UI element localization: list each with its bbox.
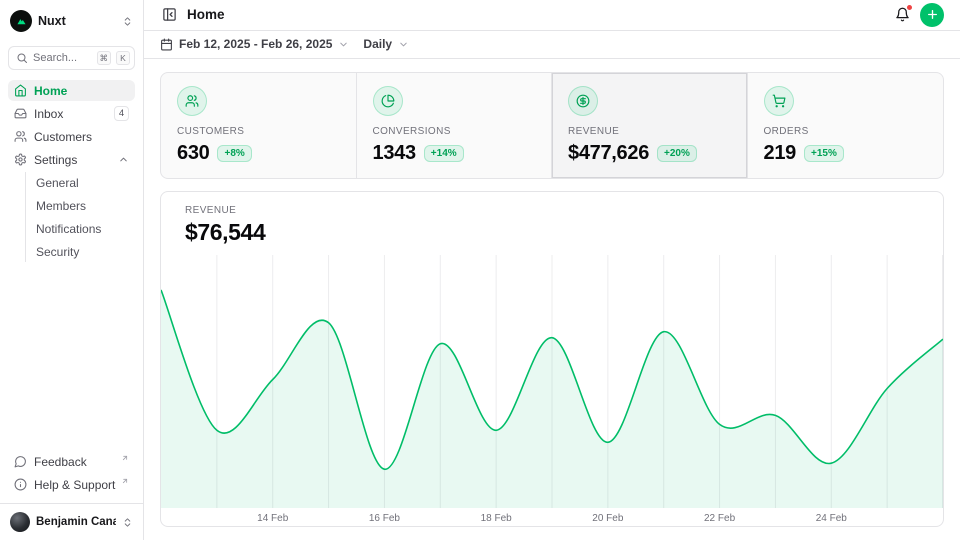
sidebar-footer: Feedback Help & Support <box>0 451 143 503</box>
filter-toolbar: Feb 12, 2025 - Feb 26, 2025 Daily <box>144 31 960 59</box>
users-icon <box>177 86 207 116</box>
stat-label: REVENUE <box>568 126 731 137</box>
users-icon <box>14 130 27 143</box>
chart-x-axis: 14 Feb 16 Feb 18 Feb 20 Feb 22 Feb 24 Feb <box>161 508 943 530</box>
sidebar-item-home[interactable]: Home <box>8 80 135 101</box>
stat-label: CUSTOMERS <box>177 126 340 137</box>
content: CUSTOMERS 630 +8% CONVERSIONS 1343 +14% <box>144 59 960 540</box>
nuxt-logo-icon <box>10 10 32 32</box>
sidebar: Nuxt Search... ⌘ K Home <box>0 0 144 540</box>
stat-value: 219 <box>764 142 796 165</box>
circle-dollar-icon <box>568 86 598 116</box>
stat-label: ORDERS <box>764 126 928 137</box>
topbar: Home <box>144 0 960 31</box>
search-input[interactable]: Search... ⌘ K <box>8 46 135 70</box>
stat-label: CONVERSIONS <box>373 126 536 137</box>
stat-delta-badge: +20% <box>657 145 697 162</box>
stat-value: 1343 <box>373 142 416 165</box>
chevron-up-icon <box>118 154 129 165</box>
plus-icon <box>926 8 939 21</box>
settings-subnav: General Members Notifications Security <box>25 172 135 262</box>
granularity-value: Daily <box>363 37 392 51</box>
sidebar-item-label: Settings <box>34 153 111 167</box>
info-circle-icon <box>14 478 27 491</box>
inbox-count-badge: 4 <box>114 106 129 121</box>
sidebar-item-label: Customers <box>34 130 129 144</box>
chart-metric-label: REVENUE <box>185 205 919 216</box>
app-window: Nuxt Search... ⌘ K Home <box>0 0 960 540</box>
chevrons-up-down-icon <box>122 517 133 528</box>
external-link-icon <box>121 451 129 465</box>
stats-panel: CUSTOMERS 630 +8% CONVERSIONS 1343 +14% <box>160 72 944 179</box>
team-switcher[interactable]: Nuxt <box>0 0 143 40</box>
team-name: Nuxt <box>38 14 116 28</box>
revenue-area-chart[interactable] <box>161 255 943 508</box>
stat-value: $477,626 <box>568 142 649 165</box>
stat-value: 630 <box>177 142 209 165</box>
sidebar-item-feedback[interactable]: Feedback <box>8 451 135 472</box>
calendar-icon <box>160 38 173 51</box>
sidebar-item-help-support[interactable]: Help & Support <box>8 474 135 495</box>
inbox-icon <box>14 107 27 120</box>
kbd-k: K <box>116 51 130 65</box>
add-button[interactable] <box>920 3 944 27</box>
granularity-select[interactable]: Daily <box>363 37 409 51</box>
kbd-cmd: ⌘ <box>97 51 112 65</box>
chart-canvas <box>161 255 943 508</box>
stat-card-orders[interactable]: ORDERS 219 +15% <box>748 73 944 178</box>
notifications-button[interactable] <box>893 5 912 24</box>
x-tick-label: 24 Feb <box>816 513 847 524</box>
panel-left-close-icon <box>162 7 177 22</box>
sidebar-item-security[interactable]: Security <box>30 241 135 262</box>
stat-delta-badge: +8% <box>217 145 251 162</box>
message-bubble-icon <box>14 455 27 468</box>
sidebar-item-settings[interactable]: Settings <box>8 149 135 170</box>
sidebar-item-general[interactable]: General <box>30 172 135 193</box>
revenue-chart-card: REVENUE $76,544 14 Feb 16 Feb 18 Feb 20 Feb… <box>160 191 944 527</box>
chart-pie-icon <box>373 86 403 116</box>
page-title: Home <box>187 7 225 22</box>
x-tick-label: 16 Feb <box>369 513 400 524</box>
main-area: Home Feb 12, 2025 - Feb 26, 2025 <box>144 0 960 540</box>
stat-card-conversions[interactable]: CONVERSIONS 1343 +14% <box>357 73 553 178</box>
sidebar-item-label: Home <box>34 84 129 98</box>
chevrons-up-down-icon <box>122 16 133 27</box>
stat-delta-badge: +15% <box>804 145 844 162</box>
notification-dot <box>906 4 913 11</box>
sidebar-item-customers[interactable]: Customers <box>8 126 135 147</box>
search-placeholder: Search... <box>33 52 92 64</box>
chevron-down-icon <box>338 39 349 50</box>
stat-delta-badge: +14% <box>424 145 464 162</box>
x-tick-label: 14 Feb <box>257 513 288 524</box>
shopping-cart-icon <box>764 86 794 116</box>
sidebar-item-members[interactable]: Members <box>30 195 135 216</box>
sidebar-item-inbox[interactable]: Inbox 4 <box>8 103 135 124</box>
user-name: Benjamin Canac <box>36 516 116 528</box>
sidebar-item-notifications[interactable]: Notifications <box>30 218 135 239</box>
date-range-value: Feb 12, 2025 - Feb 26, 2025 <box>179 37 332 51</box>
sidebar-item-label: Inbox <box>34 107 107 121</box>
home-icon <box>14 84 27 97</box>
x-tick-label: 20 Feb <box>592 513 623 524</box>
external-link-icon <box>121 474 129 488</box>
sidebar-nav: Home Inbox 4 Customers Settings <box>0 80 143 264</box>
search-icon <box>16 52 28 64</box>
chart-metric-value: $76,544 <box>185 219 919 246</box>
sidebar-spacer <box>0 264 143 451</box>
x-tick-label: 18 Feb <box>481 513 512 524</box>
chevron-down-icon <box>398 39 409 50</box>
stat-card-customers[interactable]: CUSTOMERS 630 +8% <box>161 73 357 178</box>
avatar <box>10 512 30 532</box>
gear-icon <box>14 153 27 166</box>
collapse-sidebar-button[interactable] <box>160 5 179 24</box>
x-tick-label: 22 Feb <box>704 513 735 524</box>
chart-header: REVENUE $76,544 <box>161 192 943 255</box>
date-range-picker[interactable]: Feb 12, 2025 - Feb 26, 2025 <box>160 37 349 51</box>
stat-card-revenue[interactable]: REVENUE $477,626 +20% <box>552 73 748 178</box>
user-menu[interactable]: Benjamin Canac <box>0 503 143 540</box>
